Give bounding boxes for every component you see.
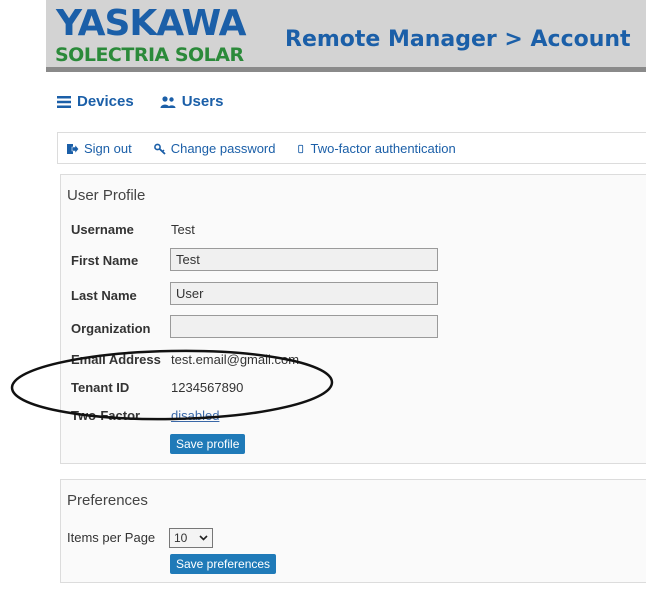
username-label: Username (71, 222, 134, 237)
last-name-input[interactable] (170, 282, 438, 305)
tenant-id-label: Tenant ID (71, 380, 130, 395)
email-label: Email Address (71, 352, 161, 367)
nav-devices-label: Devices (77, 93, 134, 110)
items-per-page-value: 10 (174, 531, 188, 545)
logo-solectria-solar: SOLECTRIA SOLAR (55, 44, 244, 66)
logo-yaskawa: YASKAWA (56, 3, 247, 44)
items-per-page-label: Items per Page (67, 530, 156, 545)
sign-out-link[interactable]: Sign out (67, 141, 132, 156)
user-profile-panel: User Profile Username Test First Name La… (60, 174, 646, 464)
account-action-bar: Sign out Change password Two-factor auth… (57, 132, 646, 164)
change-password-label: Change password (170, 141, 276, 156)
nav-users[interactable]: Users (160, 93, 224, 110)
username-value: Test (171, 222, 195, 237)
preferences-panel: Preferences Items per Page 10 Save prefe… (60, 479, 646, 583)
chevron-down-icon (199, 535, 208, 541)
preferences-title: Preferences (67, 492, 148, 509)
items-per-page-select[interactable]: 10 (169, 528, 213, 548)
user-profile-title: User Profile (67, 187, 146, 204)
two-factor-link[interactable]: Two-factor authentication (297, 141, 456, 156)
sign-out-icon (67, 143, 79, 154)
app-header: YASKAWA SOLECTRIA SOLAR Remote Manager >… (46, 0, 646, 72)
first-name-input[interactable] (170, 248, 438, 271)
first-name-label: First Name (71, 253, 139, 268)
key-icon (153, 143, 166, 155)
page-title: Remote Manager > Account (285, 27, 631, 52)
two-factor-label: Two-factor authentication (310, 141, 456, 156)
save-profile-button[interactable]: Save profile (170, 434, 246, 454)
two-factor-status-label: Two-Factor (71, 408, 141, 423)
two-factor-status-link[interactable]: disabled (171, 408, 219, 423)
organization-input[interactable] (170, 315, 438, 338)
nav-users-label: Users (181, 93, 224, 110)
save-preferences-button[interactable]: Save preferences (170, 554, 277, 574)
main-nav: Devices Users (57, 93, 223, 110)
change-password-link[interactable]: Change password (153, 141, 276, 156)
last-name-label: Last Name (71, 288, 137, 303)
email-value: test.email@gmail.com (171, 352, 300, 367)
mobile-icon (297, 144, 303, 153)
users-icon (160, 95, 176, 108)
organization-label: Organization (71, 321, 151, 336)
list-icon (57, 95, 71, 108)
sign-out-label: Sign out (84, 141, 132, 156)
tenant-id-value: 1234567890 (171, 380, 244, 395)
nav-devices[interactable]: Devices (57, 93, 134, 110)
